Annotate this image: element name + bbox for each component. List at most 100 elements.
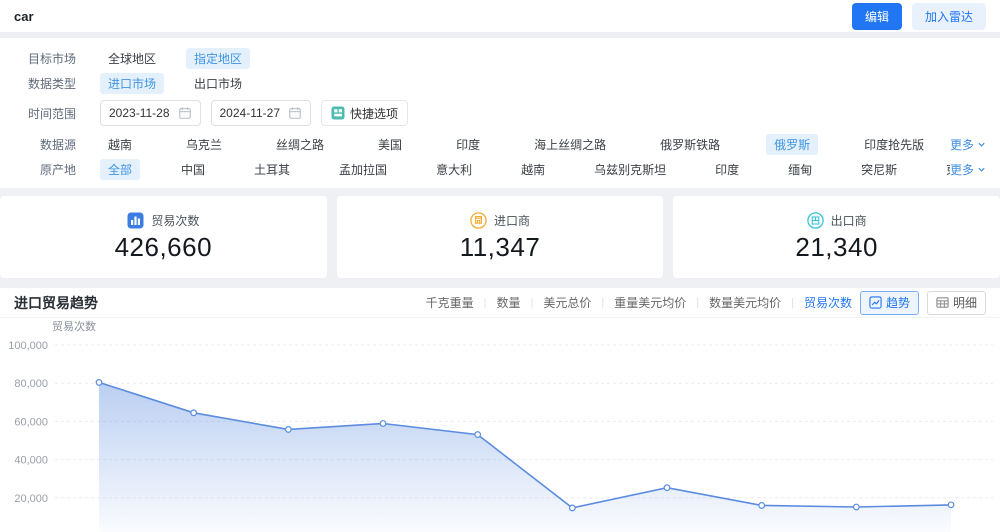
filter-row-market: 目标市场 全球地区 指定地区 bbox=[14, 46, 986, 71]
filter-row-label: 数据源 bbox=[39, 138, 76, 152]
header-actions: 编辑 加入雷达 bbox=[851, 2, 986, 30]
chevron-down-icon bbox=[978, 167, 985, 172]
metric-toggle-数量美元均价[interactable]: 数量美元均价 bbox=[709, 294, 781, 311]
filter-option[interactable]: 越南 bbox=[100, 134, 140, 155]
filter-option[interactable]: 出口市场 bbox=[186, 73, 250, 94]
exporter-icon bbox=[806, 211, 824, 229]
filter-option[interactable]: 俄罗斯铁路 bbox=[652, 134, 728, 155]
data-source-more-link[interactable]: 更多 bbox=[950, 136, 986, 153]
divider: | bbox=[530, 296, 534, 309]
stat-label: 贸易次数 bbox=[151, 213, 200, 228]
trend-view-label: 趋势 bbox=[885, 296, 910, 310]
filter-option[interactable]: 指定地区 bbox=[186, 48, 251, 69]
filter-option[interactable]: 乌克兰 bbox=[178, 134, 230, 155]
end-date-value: 2024-11-27 bbox=[219, 106, 281, 120]
filter-option[interactable]: 缅甸 bbox=[780, 159, 820, 180]
start-date-value: 2023-11-28 bbox=[109, 106, 170, 120]
filter-row-label: 目标市场 bbox=[27, 52, 76, 66]
filter-row-label: 原产地 bbox=[39, 163, 76, 177]
filter-option[interactable]: 印度抢先版 bbox=[856, 134, 932, 155]
trend-icon bbox=[869, 296, 882, 309]
detail-view-button[interactable]: 明细 bbox=[926, 290, 986, 315]
svg-text:100,000: 100,000 bbox=[8, 340, 48, 352]
filter-row-data-source: 数据源 越南乌克兰丝绸之路美国印度海上丝绸之路俄罗斯铁路俄罗斯印度抢先版墨西哥哈… bbox=[14, 132, 986, 157]
svg-text:20,000: 20,000 bbox=[14, 493, 48, 505]
chart-body: 贸易次数020,00040,00060,00080,000100,0002023… bbox=[0, 318, 1000, 532]
svg-text:60,000: 60,000 bbox=[14, 416, 48, 428]
chart-header: 进口贸易趋势 千克重量 | 数量 | 美元总价 | 重量美元均价 | 数量美元均价 | 贸易次数 趋势… bbox=[0, 288, 1000, 318]
filter-option[interactable]: 乌兹别克斯坦 bbox=[586, 159, 674, 180]
more-label: 更多 bbox=[949, 163, 974, 177]
detail-view-label: 明细 bbox=[952, 296, 977, 310]
metric-toggle-数量[interactable]: 数量 bbox=[496, 294, 520, 311]
more-label: 更多 bbox=[949, 138, 974, 152]
divider: | bbox=[696, 296, 700, 309]
metric-toggle-重量美元均价[interactable]: 重量美元均价 bbox=[614, 294, 686, 311]
filter-option[interactable]: 中国 bbox=[173, 159, 213, 180]
trend-view-button[interactable]: 趋势 bbox=[859, 290, 919, 315]
time-range-controls: 2023-11-28 2024-11-27 快捷选项 bbox=[100, 100, 986, 126]
filter-option[interactable]: 进口市场 bbox=[100, 73, 165, 94]
chart-title: 进口贸易趋势 bbox=[14, 294, 98, 311]
importer-icon bbox=[470, 211, 487, 229]
stats-row: 贸易次数 426,660 进口商 11,347 出口商 21,340 bbox=[0, 196, 1000, 278]
add-radar-button[interactable]: 加入雷达 bbox=[911, 2, 986, 30]
data-source-options: 越南乌克兰丝绸之路美国印度海上丝绸之路俄罗斯铁路俄罗斯印度抢先版墨西哥哈萨克斯坦… bbox=[100, 134, 950, 155]
quick-options-label: 快捷选项 bbox=[350, 106, 399, 121]
filter-option[interactable]: 印度 bbox=[448, 134, 488, 155]
stat-card-出口商: 出口商 21,340 bbox=[673, 196, 1000, 278]
filter-panel: 目标市场 全球地区 指定地区 数据类型 进口市场 出口市场 时间范围 2023-11… bbox=[0, 38, 1000, 188]
calendar-icon bbox=[178, 107, 191, 119]
page-title: car bbox=[14, 8, 34, 24]
quick-options-button[interactable]: 快捷选项 bbox=[321, 100, 409, 126]
trend-chart: 贸易次数020,00040,00060,00080,000100,0002023… bbox=[8, 319, 993, 532]
filter-option[interactable]: 柬埔寨 bbox=[938, 159, 950, 180]
metric-toggle-千克重量[interactable]: 千克重量 bbox=[426, 294, 474, 311]
stat-header: 进口商 bbox=[470, 211, 530, 229]
svg-text:贸易次数: 贸易次数 bbox=[52, 319, 96, 333]
stat-value: 426,660 bbox=[114, 231, 213, 262]
stat-card-进口商: 进口商 11,347 bbox=[336, 196, 664, 278]
filter-option[interactable]: 孟加拉国 bbox=[331, 159, 395, 180]
filter-option[interactable]: 突尼斯 bbox=[853, 159, 905, 180]
end-date-input[interactable]: 2024-11-27 bbox=[210, 100, 311, 126]
origin-more-link[interactable]: 更多 bbox=[950, 161, 986, 178]
start-date-input[interactable]: 2023-11-28 bbox=[100, 100, 201, 126]
filter-option[interactable]: 俄罗斯 bbox=[766, 134, 819, 155]
filter-option[interactable]: 土耳其 bbox=[246, 159, 298, 180]
filter-option[interactable]: 丝绸之路 bbox=[268, 134, 332, 155]
stat-value: 11,347 bbox=[459, 231, 541, 262]
filter-option[interactable]: 全部 bbox=[100, 159, 141, 180]
stat-header: 出口商 bbox=[806, 211, 867, 229]
divider: | bbox=[601, 296, 605, 309]
chart-controls: 千克重量 | 数量 | 美元总价 | 重量美元均价 | 数量美元均价 | 贸易次数 趋势 明细 bbox=[426, 290, 986, 315]
filter-option[interactable]: 意大利 bbox=[428, 159, 480, 180]
table-icon bbox=[936, 297, 949, 308]
data-type-options: 进口市场 出口市场 bbox=[100, 73, 986, 94]
stat-label: 进口商 bbox=[493, 213, 530, 228]
quick-options-icon bbox=[331, 106, 345, 120]
stat-header: 贸易次数 bbox=[127, 212, 199, 229]
origin-options: 全部中国土耳其孟加拉国意大利越南乌兹别克斯坦印度缅甸突尼斯柬埔寨德国保加利亚葡萄… bbox=[100, 159, 950, 180]
svg-text:80,000: 80,000 bbox=[14, 378, 48, 390]
filter-option[interactable]: 全球地区 bbox=[100, 48, 164, 69]
divider: | bbox=[791, 296, 794, 309]
metric-toggle-贸易次数[interactable]: 贸易次数 bbox=[804, 294, 852, 311]
filter-option[interactable]: 美国 bbox=[370, 134, 410, 155]
filter-option[interactable]: 越南 bbox=[513, 159, 553, 180]
metric-toggle-美元总价[interactable]: 美元总价 bbox=[543, 294, 591, 311]
app-header: car 编辑 加入雷达 bbox=[0, 0, 1000, 32]
filter-option[interactable]: 海上丝绸之路 bbox=[526, 134, 614, 155]
filter-option[interactable]: 印度 bbox=[707, 159, 747, 180]
filter-row-label: 数据类型 bbox=[27, 77, 76, 91]
calendar-icon bbox=[289, 107, 301, 119]
divider: | bbox=[483, 296, 487, 309]
filter-row-label: 时间范围 bbox=[27, 106, 76, 121]
edit-button[interactable]: 编辑 bbox=[851, 2, 902, 30]
chevron-down-icon bbox=[978, 142, 985, 147]
stat-value: 21,340 bbox=[795, 231, 878, 262]
stat-card-贸易次数: 贸易次数 426,660 bbox=[0, 196, 327, 278]
chart-panel: 进口贸易趋势 千克重量 | 数量 | 美元总价 | 重量美元均价 | 数量美元均价 | 贸易次数 趋势… bbox=[0, 288, 1000, 532]
market-options: 全球地区 指定地区 bbox=[100, 48, 986, 69]
stat-label: 出口商 bbox=[830, 213, 867, 228]
